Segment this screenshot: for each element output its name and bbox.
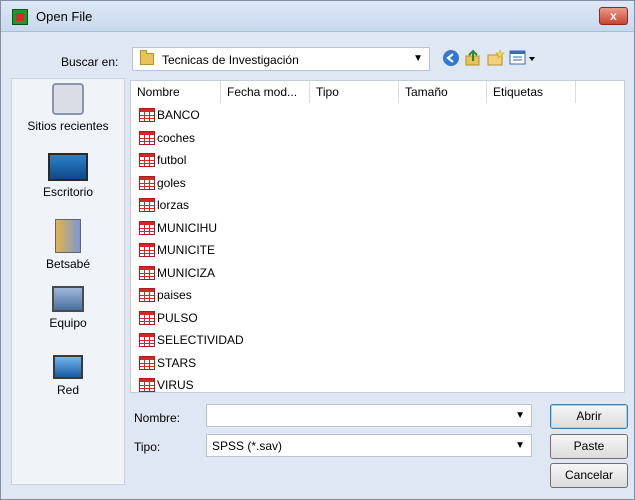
place-documents[interactable]: Betsabé (12, 219, 124, 271)
desktop-icon (48, 153, 88, 181)
spss-data-file-icon (139, 266, 155, 280)
spss-data-file-icon (139, 153, 155, 167)
user-documents-icon (55, 219, 81, 253)
file-name: MUNICIHU (157, 221, 217, 235)
file-name: SELECTIVIDAD (157, 333, 244, 347)
file-name: BANCO (157, 108, 200, 122)
paste-button[interactable]: Paste (550, 434, 628, 459)
spss-data-file-icon (139, 311, 155, 325)
place-label: Red (56, 383, 79, 397)
column-header-tags[interactable]: Etiquetas (487, 81, 576, 103)
filetype-value: SPSS (*.sav) (212, 439, 283, 453)
close-button[interactable]: x (599, 7, 628, 25)
views-menu-icon[interactable] (509, 49, 539, 69)
place-network[interactable]: Red (12, 355, 124, 397)
recent-places-icon (52, 83, 84, 115)
chevron-down-icon[interactable]: ▼ (413, 53, 423, 64)
place-desktop[interactable]: Escritorio (12, 153, 124, 199)
file-name: VIRUS (157, 378, 194, 392)
column-header-type[interactable]: Tipo (310, 81, 399, 103)
file-list[interactable]: Nombre Fecha mod... Tipo Tamaño Etiqueta… (130, 80, 625, 393)
place-label: Betsabé (45, 257, 91, 271)
place-label: Sitios recientes (27, 119, 109, 133)
filetype-label: Tipo: (134, 440, 161, 454)
filename-input[interactable]: ▼ (206, 404, 532, 427)
spss-data-file-icon (139, 378, 155, 392)
spss-data-file-icon (139, 131, 155, 145)
new-folder-icon[interactable] (486, 49, 506, 69)
file-name: futbol (157, 153, 187, 167)
cancel-button[interactable]: Cancelar (550, 463, 628, 488)
network-icon (53, 355, 83, 379)
file-name: lorzas (157, 198, 190, 212)
filename-label: Nombre: (134, 411, 181, 425)
file-name: coches (157, 131, 196, 145)
file-name: MUNICITE (157, 243, 215, 257)
filetype-select[interactable]: SPSS (*.sav) ▼ (206, 434, 532, 457)
file-name: PULSO (157, 311, 198, 325)
title-bar[interactable]: Open File x (1, 1, 634, 32)
file-name: STARS (157, 356, 197, 370)
place-label: Escritorio (42, 185, 93, 199)
app-icon (12, 9, 28, 25)
spss-data-file-icon (139, 221, 155, 235)
place-recent[interactable]: Sitios recientes (12, 83, 124, 133)
spss-data-file-icon (139, 288, 155, 302)
place-label: Equipo (49, 316, 87, 330)
chevron-down-icon[interactable]: ▼ (515, 440, 525, 451)
place-computer[interactable]: Equipo (12, 286, 124, 330)
computer-icon (52, 286, 84, 312)
places-bar: Sitios recientes Escritorio Betsabé Equi… (11, 78, 125, 485)
chevron-down-icon[interactable]: ▼ (515, 410, 525, 421)
spss-data-file-icon (139, 243, 155, 257)
open-file-dialog: Open File x Buscar en: Tecnicas de Inves… (0, 0, 635, 500)
folder-icon (140, 50, 154, 65)
look-in-value: Tecnicas de Investigación (162, 53, 299, 67)
spss-data-file-icon (139, 356, 155, 370)
file-name: paises (157, 288, 192, 302)
column-header-date[interactable]: Fecha mod... (221, 81, 310, 103)
window-title: Open File (36, 9, 93, 24)
column-header-name[interactable]: Nombre (131, 81, 221, 103)
spss-data-file-icon (139, 108, 155, 122)
spss-data-file-icon (139, 176, 155, 190)
look-in-combo[interactable]: Tecnicas de Investigación ▼ (132, 47, 430, 71)
spss-data-file-icon (139, 198, 155, 212)
back-arrow-icon[interactable] (441, 49, 461, 69)
up-folder-icon[interactable] (463, 49, 483, 69)
file-name: MUNICIZA (157, 266, 215, 280)
file-name: goles (157, 176, 186, 190)
look-in-label: Buscar en: (61, 55, 119, 69)
open-button[interactable]: Abrir (550, 404, 628, 429)
spss-data-file-icon (139, 333, 155, 347)
column-header-size[interactable]: Tamaño (399, 81, 487, 103)
